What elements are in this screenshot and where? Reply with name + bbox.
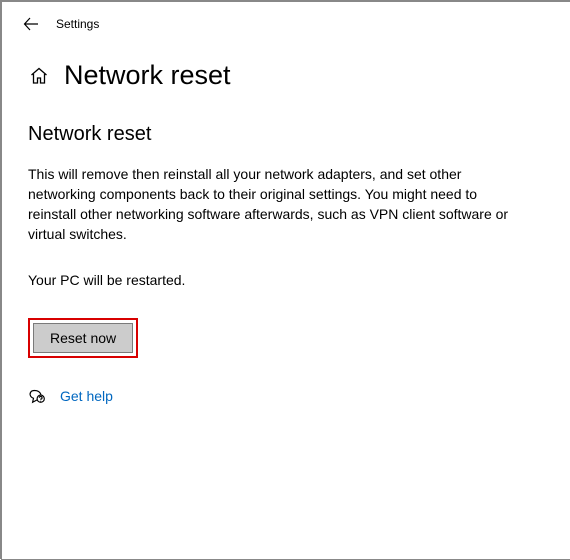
help-row: Get help	[28, 386, 544, 406]
get-help-link[interactable]: Get help	[60, 388, 113, 404]
back-arrow-icon[interactable]	[20, 13, 42, 35]
description-text: This will remove then reinstall all your…	[28, 164, 528, 244]
title-row: Network reset	[28, 60, 544, 91]
chat-help-icon	[28, 386, 48, 406]
reset-now-button[interactable]: Reset now	[33, 323, 133, 353]
section-heading: Network reset	[28, 123, 544, 146]
home-icon[interactable]	[28, 65, 50, 87]
title-bar: Settings	[2, 2, 570, 46]
app-name: Settings	[56, 17, 99, 31]
reset-button-highlight: Reset now	[28, 318, 138, 358]
restart-notice: Your PC will be restarted.	[28, 272, 544, 288]
content-area: Network reset Network reset This will re…	[2, 46, 570, 406]
page-title: Network reset	[64, 60, 231, 91]
